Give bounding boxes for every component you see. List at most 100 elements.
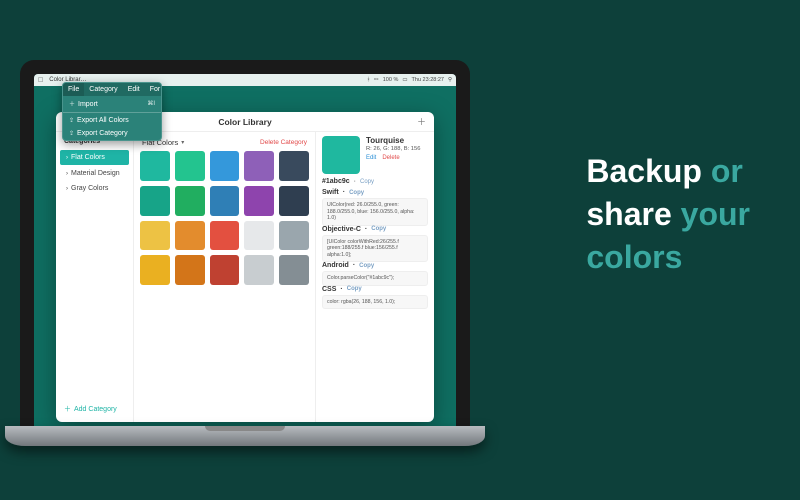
color-swatch[interactable] [210,151,240,181]
swatch-grid-panel: Flat Colors ▾ Delete Category [134,132,316,422]
color-swatch[interactable] [140,151,170,181]
color-swatch[interactable] [244,221,274,251]
code-snippet-body: [UIColor colorWithRed:26/255.f green:188… [322,235,428,263]
copy-snippet-button[interactable]: Copy [359,263,374,269]
sidebar-item-flat-colors[interactable]: › Flat Colors [60,150,129,165]
menu-item-export-all[interactable]: ⇪Export All Colors [63,114,161,127]
chevron-down-icon: ▾ [181,139,184,146]
copy-snippet-button[interactable]: Copy [347,286,362,292]
add-category-button[interactable]: ＋ Add Category [56,398,133,422]
color-swatch[interactable] [210,221,240,251]
color-swatch[interactable] [210,186,240,216]
laptop-bezel:  Color Librar… ᚼ ✏ 100 % ▭ Thu 23:28:27… [20,60,470,426]
sidebar-item-gray-colors[interactable]: › Gray Colors [56,181,133,196]
sidebar-item-label: Flat Colors [71,154,105,161]
color-swatch[interactable] [244,151,274,181]
promo-text-1: or [702,153,743,189]
color-swatch[interactable] [279,186,309,216]
plus-icon: ＋ [64,404,71,414]
menu-tab-format[interactable]: For [145,83,162,96]
edit-color-button[interactable]: Edit [366,155,376,161]
delete-category-button[interactable]: Delete Category [260,139,307,146]
color-swatch[interactable] [175,255,205,285]
color-rgb-text: R: 26, G: 188, B: 156 [366,146,420,152]
separator: · [353,262,355,269]
code-snippet: CSS · Copy color: rgba(26, 188, 156, 1.0); [322,286,428,310]
code-snippet-list: Swift·CopyUIColor(red: 26.0/255.0, green… [322,189,428,309]
clock-text: Thu 23:28:27 [412,77,444,83]
color-grid [140,151,309,285]
battery-percentage: 100 % [383,77,399,83]
export-icon: ⇪ [69,118,74,124]
chevron-right-icon: › [66,171,68,177]
separator: · [343,189,345,196]
laptop-frame:  Color Librar… ᚼ ✏ 100 % ▭ Thu 23:28:27… [20,60,470,446]
battery-icon: ▭ [402,77,407,83]
menu-tab-file[interactable]: File [63,83,84,96]
laptop-base [5,426,485,446]
color-swatch[interactable] [279,255,309,285]
color-swatch[interactable] [279,221,309,251]
menu-item-import[interactable]: ＋Import ⌘I [63,96,161,111]
apple-logo-icon:  [38,77,43,84]
chevron-right-icon: › [66,186,68,192]
color-swatch[interactable] [175,221,205,251]
menubar-status-area: ᚼ ✏ 100 % ▭ Thu 23:28:27 ⚲ [367,77,452,83]
sidebar-item-label: Gray Colors [71,185,108,192]
hex-separator: · [354,178,356,185]
menu-separator [63,112,161,113]
chevron-right-icon: › [66,155,68,161]
promo-strong-1: Backup [586,153,702,189]
color-swatch[interactable] [244,255,274,285]
copy-hex-button[interactable]: Copy [360,179,374,185]
sidebar-item-material-design[interactable]: › Material Design [56,166,133,181]
color-swatch[interactable] [140,221,170,251]
delete-color-button[interactable]: Delete [382,155,399,161]
color-hex-value: #1abc9c [322,178,350,185]
color-name: Tourquise [366,136,420,145]
color-swatch[interactable] [210,255,240,285]
menu-item-label: Import [78,101,98,108]
export-icon: ⇪ [69,131,74,137]
copy-snippet-button[interactable]: Copy [371,226,386,232]
bluetooth-icon: ᚼ [367,77,370,83]
sidebar-item-label: Material Design [71,170,120,177]
promo-strong-2: share [586,196,671,232]
promo-text-2: your [672,196,750,232]
promo-text-3: colors [586,239,682,275]
code-snippet-language: CSS [322,286,336,293]
menu-item-label: Export Category [77,130,128,137]
laptop-screen:  Color Librar… ᚼ ✏ 100 % ▭ Thu 23:28:27… [34,74,456,426]
code-snippet-body: UIColor(red: 26.0/255.0, green: 188.0/25… [322,198,428,226]
window-title: Color Library [218,117,271,127]
add-category-label: Add Category [74,406,117,413]
code-snippet-language: Swift [322,189,339,196]
copy-snippet-button[interactable]: Copy [349,190,364,196]
color-swatch[interactable] [244,186,274,216]
color-swatch[interactable] [140,186,170,216]
color-swatch[interactable] [175,186,205,216]
plus-icon: ＋ [69,102,75,108]
wifi-icon: ✏ [374,77,379,83]
code-snippet-body: color: rgba(26, 188, 156, 1.0); [322,295,428,310]
code-snippet: Objective-C · Copy [UIColor colorWithRed:26… [322,226,428,263]
code-snippet: Android · Copy Color.parseColor("#1abc9c"); [322,262,428,286]
color-swatch[interactable] [279,151,309,181]
code-snippet: Swift · Copy UIColor(red: 26.0/255.0, green… [322,189,428,226]
code-snippet-language: Android [322,262,349,269]
app-window: Color Library ＋ Categories › Flat Colors… [56,112,434,422]
menu-tab-category[interactable]: Category [84,83,122,96]
code-snippet-language: Objective-C [322,226,361,233]
menu-item-export-category[interactable]: ⇪Export Category [63,127,161,140]
color-swatch[interactable] [175,151,205,181]
add-color-button[interactable]: ＋ [417,115,426,128]
color-swatch[interactable] [140,255,170,285]
spotlight-icon: ⚲ [448,77,452,83]
selected-color-swatch [322,136,360,174]
code-snippet-body: Color.parseColor("#1abc9c"); [322,271,428,286]
menu-shortcut: ⌘I [147,100,155,107]
file-menu-dropdown: File Category Edit For ＋Import ⌘I ⇪Expor… [62,82,162,141]
menu-tab-edit[interactable]: Edit [123,83,145,96]
separator: · [340,286,342,293]
separator: · [365,226,367,233]
